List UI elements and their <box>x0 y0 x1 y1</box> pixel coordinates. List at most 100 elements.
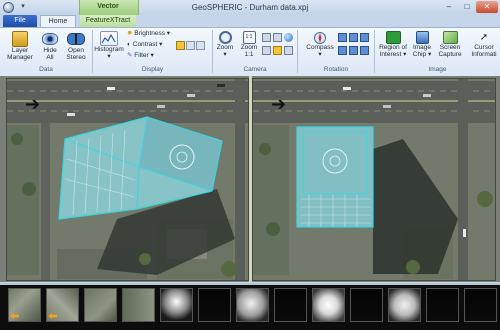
open-stereo-label-1: Open <box>68 47 84 54</box>
hide-all-label-1: Hide <box>43 47 57 54</box>
zoom-1-1-button[interactable]: 1:1 Zoom 1:1 <box>238 31 260 58</box>
color-mode-icon[interactable] <box>176 41 185 50</box>
hide-all-button[interactable]: Hide All <box>38 31 62 61</box>
filter-label: Filter ▾ <box>134 52 154 59</box>
image-thumbnail[interactable] <box>198 288 231 322</box>
stereo-glasses-icon <box>67 33 85 45</box>
compass-dropdown-arrow: ▾ <box>318 51 322 58</box>
cursor-icon: ➚ <box>479 32 489 43</box>
link-icon[interactable] <box>284 46 293 55</box>
image-thumbnail[interactable] <box>312 288 345 322</box>
rotate-left-icon[interactable] <box>338 33 347 42</box>
window-title: GeoSPHERIC - Durham data.xpj <box>191 3 309 12</box>
maximize-button[interactable]: □ <box>458 1 476 13</box>
brightness-button[interactable]: ✹ Brightness ▾ <box>127 30 179 38</box>
stereo-pair-arrow-icon <box>10 313 19 319</box>
reset-rotation-icon[interactable] <box>360 46 369 55</box>
filter-wand-icon: ✎ <box>127 52 133 59</box>
contrast-label: Contrast ▾ <box>132 41 163 48</box>
layer-manager-label-1: Layer <box>11 47 29 54</box>
histogram-label: Histogram <box>94 46 124 53</box>
image-thumbnail[interactable] <box>464 288 497 322</box>
left-aerial-image: ➔ <box>7 79 248 280</box>
app-menu-icon[interactable] <box>3 2 14 13</box>
image-thumbnail[interactable] <box>426 288 459 322</box>
rotate-90-icon[interactable] <box>349 46 358 55</box>
tab-home[interactable]: Home <box>40 15 76 27</box>
brightness-label: Brightness ▾ <box>134 30 171 37</box>
cursor-information-button[interactable]: ➚ Cursor Informati <box>468 31 500 58</box>
image-thumbnail[interactable] <box>46 288 79 322</box>
image-chip-label-2: Chip ▾ <box>412 51 432 58</box>
globe-icon[interactable] <box>284 33 293 42</box>
image-chip-button[interactable]: Image Chip ▾ <box>411 31 433 58</box>
zoom-dropdown-arrow: ▾ <box>223 51 227 58</box>
direction-arrow-icon: ➔ <box>25 94 40 115</box>
close-button[interactable]: ✕ <box>476 1 498 13</box>
group-label-rotation: Rotation <box>323 66 349 73</box>
audio-icon[interactable] <box>186 41 195 50</box>
right-aerial-image: ➔ <box>253 79 495 280</box>
invert-icon[interactable] <box>196 41 205 50</box>
group-label-camera: Camera <box>243 66 267 73</box>
region-of-interest-icon <box>385 31 401 44</box>
zoom-label: Zoom <box>216 44 234 51</box>
group-label-image: Image <box>428 66 447 73</box>
quick-access-toolbar-dropdown[interactable]: ▾ <box>17 2 29 12</box>
contrast-icon: ◐ <box>127 41 131 48</box>
screen-capture-label-1: Screen <box>439 44 461 51</box>
zoom-actual-size-icon: 1:1 <box>242 31 256 44</box>
pan-icon[interactable] <box>262 33 271 42</box>
image-thumbnail[interactable] <box>274 288 307 322</box>
zoom-1-1-label-1: Zoom <box>240 44 258 51</box>
zoom-button[interactable]: Zoom ▾ <box>214 31 236 58</box>
image-thumbnail[interactable] <box>84 288 117 322</box>
image-chip-icon <box>415 31 429 44</box>
layer-manager-button[interactable]: Layer Manager <box>5 31 35 61</box>
north-up-icon[interactable] <box>338 46 347 55</box>
histogram-button[interactable]: Histogram ▾ <box>93 31 125 60</box>
tab-featurextract[interactable]: FeatureXTract <box>80 15 136 27</box>
contrast-button[interactable]: ◐ Contrast ▾ <box>127 41 179 49</box>
image-thumbnail[interactable] <box>388 288 421 322</box>
roi-label-2: Interest ▾ <box>379 51 407 58</box>
sync-icon[interactable] <box>262 46 271 55</box>
open-stereo-button[interactable]: Open Stereo <box>63 31 89 61</box>
image-chip-label-1: Image <box>412 44 432 51</box>
tab-file[interactable]: File <box>3 15 37 27</box>
hide-all-label-2: All <box>46 54 54 61</box>
image-thumbnail[interactable] <box>122 288 155 322</box>
filter-button[interactable]: ✎ Filter ▾ <box>127 52 179 60</box>
group-label-display: Display <box>141 66 164 73</box>
cursor-label-2: Informati <box>471 51 497 58</box>
region-of-interest-button[interactable]: Region of Interest ▾ <box>376 31 410 58</box>
stereo-pair-arrow-icon <box>48 313 57 319</box>
image-thumbnail[interactable] <box>350 288 383 322</box>
direction-arrow-icon: ➔ <box>271 94 286 115</box>
eye-icon <box>42 33 58 45</box>
fit-icon[interactable] <box>273 33 282 42</box>
right-image-pane[interactable]: ➔ <box>252 78 496 281</box>
histogram-curve-icon <box>101 33 116 44</box>
histogram-icon <box>100 31 118 46</box>
histogram-dropdown-arrow: ▾ <box>107 53 111 60</box>
image-thumbnail[interactable] <box>160 288 193 322</box>
flip-icon[interactable] <box>360 33 369 42</box>
layer-manager-label-2: Manager <box>7 54 33 61</box>
compass-label: Compass <box>306 44 334 51</box>
highlight-icon[interactable] <box>273 46 282 55</box>
compass-drawing-icon <box>314 32 326 44</box>
layers-icon <box>12 31 28 47</box>
image-thumbnail[interactable] <box>236 288 269 322</box>
left-image-pane[interactable]: ➔ <box>6 78 249 281</box>
screen-capture-button[interactable]: Screen Capture <box>435 31 465 58</box>
rotate-right-icon[interactable] <box>349 33 358 42</box>
roi-label-1: Region of <box>379 44 407 51</box>
image-thumbnail[interactable] <box>8 288 41 322</box>
minimize-button[interactable]: – <box>440 1 458 13</box>
cursor-label-1: Cursor <box>474 44 494 51</box>
screen-capture-icon <box>442 31 458 44</box>
sun-icon: ✹ <box>127 30 133 37</box>
compass-icon <box>311 31 329 44</box>
compass-button[interactable]: Compass ▾ <box>303 31 337 58</box>
